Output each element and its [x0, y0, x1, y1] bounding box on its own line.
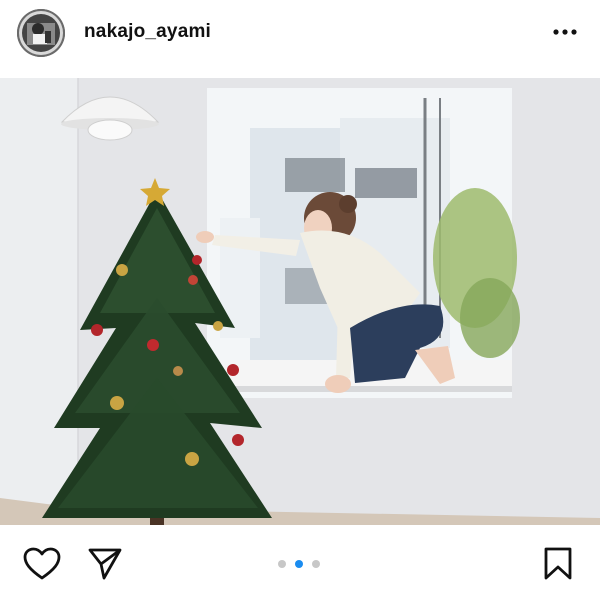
carousel-dot[interactable] [312, 560, 320, 568]
carousel-dot[interactable] [278, 560, 286, 568]
avatar[interactable] [17, 9, 65, 57]
post-photo[interactable] [0, 78, 600, 525]
send-icon[interactable] [87, 547, 123, 586]
carousel-dot-active[interactable] [295, 560, 303, 568]
post-header: nakajo_ayami [0, 0, 600, 78]
username[interactable]: nakajo_ayami [84, 21, 211, 43]
heart-icon[interactable] [23, 547, 61, 586]
bookmark-icon[interactable] [543, 547, 573, 586]
action-bar [0, 525, 600, 591]
avatar-image [17, 9, 65, 57]
more-dots-icon[interactable] [552, 22, 578, 42]
